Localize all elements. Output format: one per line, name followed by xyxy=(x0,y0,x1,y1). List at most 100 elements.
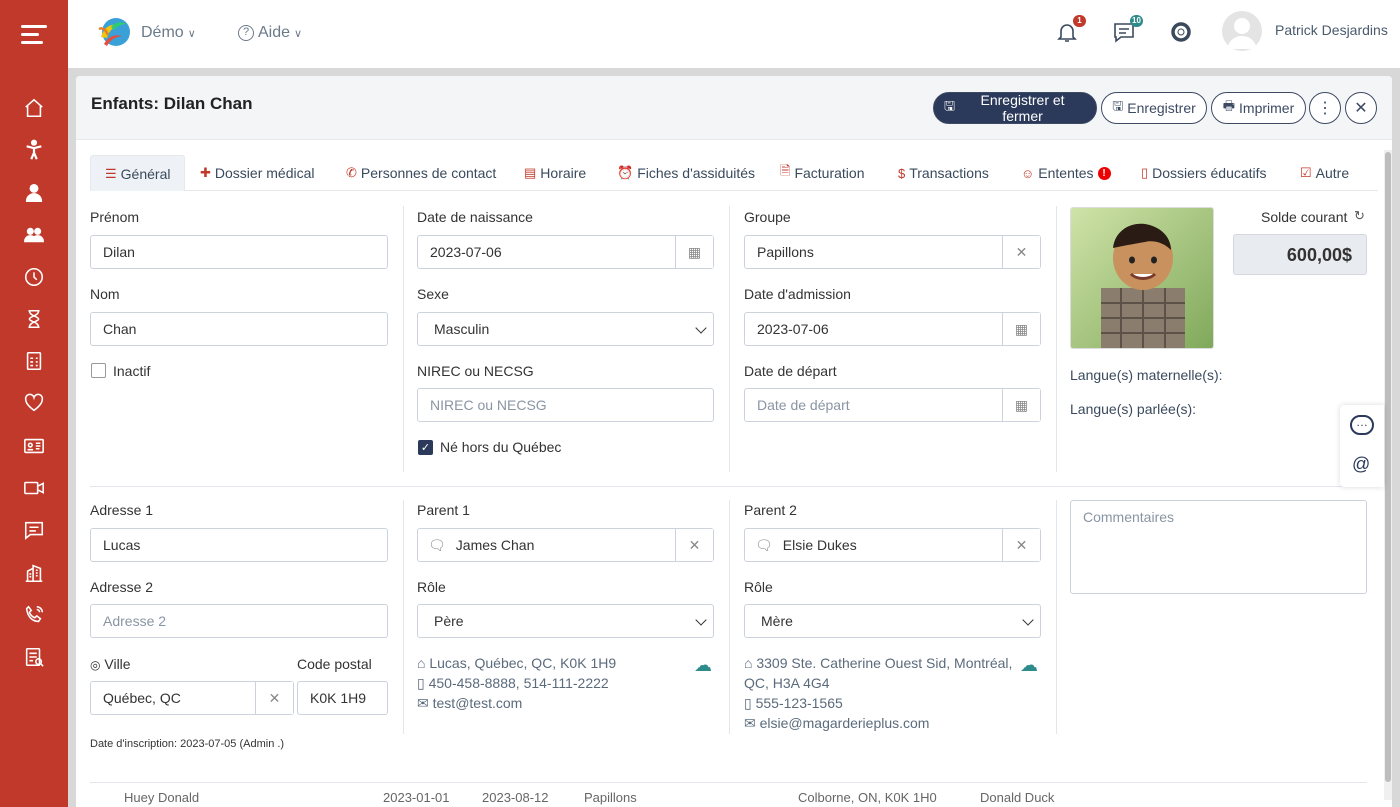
group-icon[interactable] xyxy=(22,223,46,247)
id-card-icon[interactable] xyxy=(22,434,46,458)
video-icon[interactable] xyxy=(22,476,46,500)
tab-label: Personnes de contact xyxy=(360,165,497,181)
envelope-icon: ✉ xyxy=(417,695,429,711)
tab-billing[interactable]: 🗎 Facturation xyxy=(780,155,865,191)
parent2-name: Elsie Dukes xyxy=(782,537,857,553)
parent1-role-select[interactable]: Père xyxy=(417,604,714,638)
tab-general[interactable]: ☰ Général xyxy=(90,155,186,191)
address2-field[interactable]: Adresse 2 xyxy=(90,604,388,638)
postal-code-field[interactable]: K0K 1H9 xyxy=(297,681,388,715)
close-icon[interactable]: ✕ xyxy=(1345,92,1377,124)
refresh-icon[interactable]: ↻ xyxy=(1354,208,1365,224)
messages-icon[interactable]: 10 xyxy=(1112,15,1143,46)
home-icon[interactable] xyxy=(22,96,46,120)
print-label: Imprimer xyxy=(1239,100,1295,116)
message-icon[interactable] xyxy=(22,518,46,542)
medical-kit-icon: ✚ xyxy=(200,165,211,180)
child-icon[interactable] xyxy=(22,138,46,162)
tab-schedule[interactable]: ▤ Horaire xyxy=(524,155,586,191)
user-name[interactable]: Patrick Desjardins xyxy=(1275,22,1388,38)
tab-label: Autre xyxy=(1315,165,1350,181)
last-name-label: Nom xyxy=(90,286,120,302)
report-icon[interactable] xyxy=(22,349,46,373)
home-icon: ⌂ xyxy=(417,655,426,671)
notification-badge: 1 xyxy=(1073,15,1086,27)
print-button[interactable]: 🖶 Imprimer xyxy=(1211,92,1306,124)
clear-icon[interactable]: ✕ xyxy=(1002,236,1040,268)
tab-other[interactable]: ☑ Autre xyxy=(1300,155,1349,191)
printer-icon: 🖶 xyxy=(1222,98,1236,113)
demo-label: Démo xyxy=(141,24,184,41)
birth-date-field[interactable]: 2023-07-06 ▦ xyxy=(417,235,714,269)
calendar-icon[interactable]: ▦ xyxy=(1002,313,1040,345)
upload-cloud-icon[interactable]: ☁ xyxy=(1020,655,1038,676)
city-field[interactable]: Québec, QC ✕ xyxy=(90,681,294,715)
admission-date-field[interactable]: 2023-07-06 ▦ xyxy=(744,312,1041,346)
postal-code-label: Code postal xyxy=(297,656,372,672)
parent2-email-text: elsie@magarderieplus.com xyxy=(759,715,930,731)
divider xyxy=(1056,206,1057,472)
parent2-role-select[interactable]: Mère xyxy=(744,604,1041,638)
chat-bubble-icon[interactable]: 🗨 xyxy=(428,537,446,554)
chat-bubble-icon[interactable]: … xyxy=(1350,415,1374,435)
notification-bell-icon[interactable]: 1 xyxy=(1055,15,1086,46)
help-menu[interactable]: ? Aide ∨ xyxy=(238,24,302,42)
child-photo[interactable] xyxy=(1070,207,1214,349)
calendar-icon[interactable]: ▦ xyxy=(675,236,713,268)
sex-label: Sexe xyxy=(417,286,449,302)
heart-icon[interactable] xyxy=(22,391,46,415)
last-name-field[interactable]: Chan xyxy=(90,312,388,346)
avatar[interactable] xyxy=(1222,11,1262,51)
parent2-field[interactable]: 🗨 Elsie Dukes ✕ xyxy=(744,528,1041,562)
clear-icon[interactable]: ✕ xyxy=(255,682,293,714)
first-name-field[interactable]: Dilan xyxy=(90,235,388,269)
phone-icon[interactable] xyxy=(22,603,46,627)
tab-label: Transactions xyxy=(909,165,989,181)
hourglass-icon[interactable] xyxy=(22,307,46,331)
floppy-disk-icon: 🖫 xyxy=(944,98,956,113)
admission-date-label: Date d'admission xyxy=(744,286,851,302)
at-sign-icon[interactable]: @ xyxy=(1352,454,1370,475)
clear-icon[interactable]: ✕ xyxy=(1002,529,1040,561)
save-button[interactable]: 🖫 Enregistrer xyxy=(1101,92,1207,124)
menu-icon[interactable] xyxy=(21,25,47,49)
sex-select[interactable]: Masculin xyxy=(417,312,714,346)
group-field[interactable]: Papillons ✕ xyxy=(744,235,1041,269)
upload-cloud-icon[interactable]: ☁ xyxy=(694,655,712,676)
parent1-field[interactable]: 🗨 James Chan ✕ xyxy=(417,528,714,562)
calendar-icon[interactable]: ▦ xyxy=(1002,389,1040,421)
help-circle-icon: ? xyxy=(238,25,254,41)
departure-date-field[interactable]: Date de départ ▦ xyxy=(744,388,1041,422)
clear-icon[interactable]: ✕ xyxy=(675,529,713,561)
floppy-disk-icon: 🖫 xyxy=(1112,98,1124,113)
nirec-field[interactable]: NIREC ou NECSG xyxy=(417,388,714,422)
divider xyxy=(403,500,404,734)
person-icon[interactable] xyxy=(22,181,46,205)
building-icon[interactable] xyxy=(22,561,46,585)
parent1-email-text: test@test.com xyxy=(432,695,523,711)
mother-tongue-label: Langue(s) maternelle(s): xyxy=(1070,367,1223,383)
address1-field[interactable]: Lucas xyxy=(90,528,388,562)
tab-attendance[interactable]: ⏰ Fiches d'assiduités xyxy=(617,155,755,191)
scrollbar[interactable] xyxy=(1384,150,1392,800)
tab-educational-files[interactable]: ▯ Dossiers éducatifs xyxy=(1141,155,1267,191)
chevron-down-icon: ∨ xyxy=(294,27,303,40)
app-logo[interactable] xyxy=(96,15,134,51)
support-lifebuoy-icon[interactable] xyxy=(1169,20,1195,46)
inactive-checkbox[interactable] xyxy=(91,363,106,378)
parent1-address-text: Lucas, Québec, QC, K0K 1H9 xyxy=(429,655,617,671)
mobile-icon: ▯ xyxy=(417,675,425,691)
tab-agreements[interactable]: ☺ Ententes! xyxy=(1021,155,1111,191)
clock-icon[interactable] xyxy=(22,265,46,289)
tab-transactions[interactable]: $ Transactions xyxy=(898,155,989,191)
tab-medical[interactable]: ✚ Dossier médical xyxy=(200,155,315,191)
demo-menu[interactable]: Démo ∨ xyxy=(141,24,196,42)
checklist-icon[interactable] xyxy=(22,645,46,669)
chat-bubble-icon[interactable]: 🗨 xyxy=(755,537,773,554)
comments-textarea[interactable]: Commentaires xyxy=(1070,500,1367,594)
parent2-email: ✉ elsie@magarderieplus.com xyxy=(744,713,929,733)
save-and-close-button[interactable]: 🖫 Enregistrer et fermer xyxy=(933,92,1097,124)
tab-contacts[interactable]: ✆ Personnes de contact xyxy=(346,155,496,191)
born-outside-quebec-checkbox[interactable]: ✓ xyxy=(418,440,433,455)
more-options-icon[interactable]: ⋮ xyxy=(1309,92,1341,124)
